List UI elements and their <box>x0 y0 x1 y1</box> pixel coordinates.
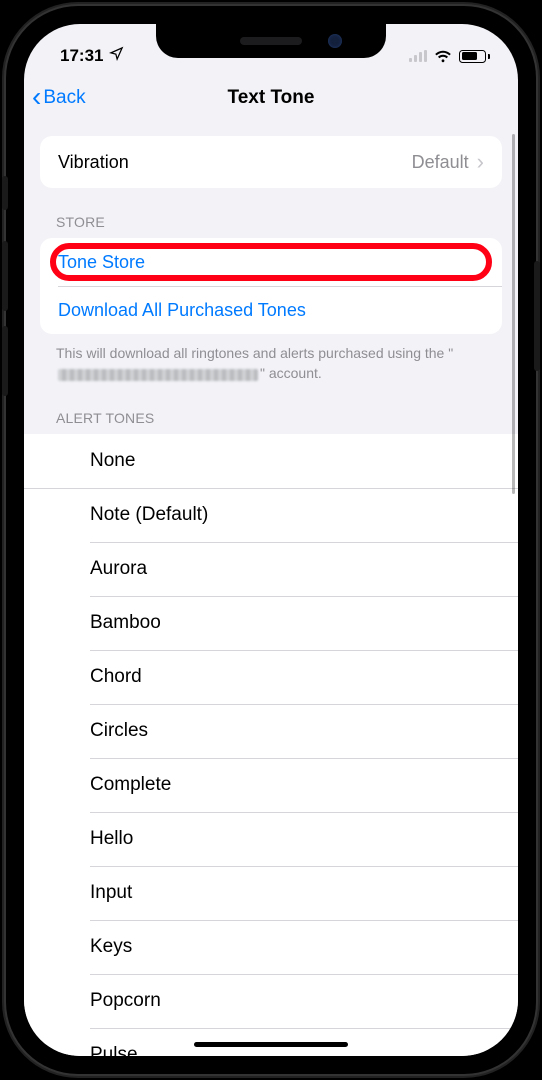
alert-tone-label: Hello <box>90 828 133 850</box>
tone-store-row[interactable]: Tone Store <box>40 238 502 286</box>
alert-tone-row[interactable]: Note (Default) <box>24 488 518 542</box>
notch <box>156 24 386 58</box>
chevron-left-icon: ‹ <box>32 83 41 111</box>
account-email-redacted <box>58 369 258 381</box>
alert-tone-row[interactable]: Bamboo <box>24 596 518 650</box>
speaker-grille <box>240 37 302 45</box>
home-indicator[interactable] <box>194 1042 348 1047</box>
alert-tones-header: ALERT TONES <box>24 410 518 434</box>
vibration-value: Default <box>412 152 469 173</box>
vibration-row[interactable]: Vibration Default › <box>40 136 502 188</box>
back-button[interactable]: ‹ Back <box>32 85 86 111</box>
volume-up-button <box>2 241 8 311</box>
alert-tone-label: Pulse <box>90 1044 138 1056</box>
store-footer-prefix: This will download all ringtones and ale… <box>56 345 453 361</box>
store-header: STORE <box>24 214 518 238</box>
front-camera <box>328 34 342 48</box>
alert-tone-label: Complete <box>90 774 171 796</box>
tone-store-label: Tone Store <box>58 252 145 273</box>
alert-tone-label: Keys <box>90 936 132 958</box>
screen: 17:31 ‹ Back Text Tone <box>24 24 518 1056</box>
mute-switch <box>2 176 8 210</box>
alert-tone-row[interactable]: Aurora <box>24 542 518 596</box>
phone-frame: 17:31 ‹ Back Text Tone <box>6 6 536 1074</box>
alert-tone-row[interactable]: Complete <box>24 758 518 812</box>
alert-tone-label: Note (Default) <box>90 504 208 526</box>
alert-tone-row[interactable]: Keys <box>24 920 518 974</box>
vibration-label: Vibration <box>58 152 129 173</box>
volume-down-button <box>2 326 8 396</box>
vibration-group: Vibration Default › <box>24 136 518 188</box>
content-scroll[interactable]: Vibration Default › STORE Tone Store Dow… <box>24 124 518 1056</box>
alert-tone-label: Bamboo <box>90 612 161 634</box>
alert-tone-row[interactable]: Input <box>24 866 518 920</box>
location-icon <box>109 46 124 66</box>
store-footer-suffix: " account. <box>260 365 322 381</box>
alert-tone-label: Circles <box>90 720 148 742</box>
store-footer: This will download all ringtones and ale… <box>24 334 518 384</box>
chevron-right-icon: › <box>477 149 484 175</box>
page-title: Text Tone <box>24 87 518 109</box>
status-icons <box>409 50 490 63</box>
alert-tone-row[interactable]: Circles <box>24 704 518 758</box>
alert-tone-row[interactable]: Popcorn <box>24 974 518 1028</box>
download-all-label: Download All Purchased Tones <box>58 300 306 321</box>
navigation-bar: ‹ Back Text Tone <box>24 72 518 124</box>
alert-tone-label: Input <box>90 882 132 904</box>
alert-tone-label: Chord <box>90 666 142 688</box>
store-group: STORE Tone Store Download All Purchased … <box>24 214 518 384</box>
battery-icon <box>459 50 490 63</box>
alert-tones-group: ALERT TONES None Note (Default) Aurora B… <box>24 410 518 1056</box>
alert-tone-label: Popcorn <box>90 990 161 1012</box>
download-all-row[interactable]: Download All Purchased Tones <box>40 286 502 334</box>
scroll-indicator[interactable] <box>512 134 515 494</box>
alert-tone-label: Aurora <box>90 558 147 580</box>
alert-tone-row[interactable]: Chord <box>24 650 518 704</box>
alert-tone-label: None <box>90 450 135 472</box>
status-time: 17:31 <box>60 46 103 66</box>
cellular-signal-icon <box>409 50 427 62</box>
back-label: Back <box>43 87 85 109</box>
power-button <box>534 261 540 371</box>
alert-tone-row[interactable]: Hello <box>24 812 518 866</box>
wifi-icon <box>434 50 452 63</box>
status-time-area: 17:31 <box>60 46 124 66</box>
alert-tone-row[interactable]: None <box>24 434 518 488</box>
